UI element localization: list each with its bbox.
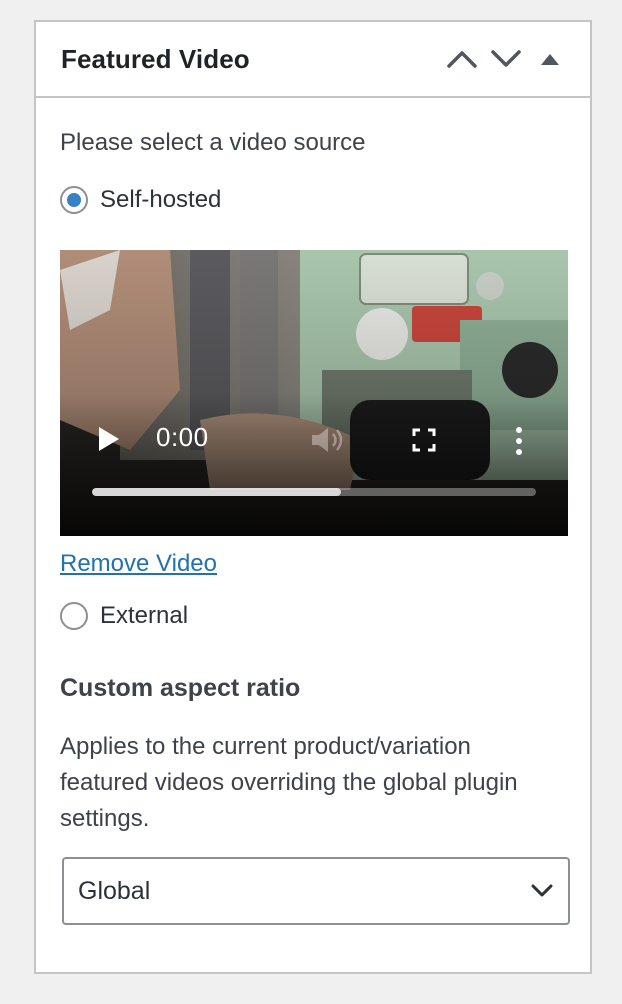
external-radio[interactable] (60, 602, 88, 630)
chevron-down-icon (531, 884, 553, 897)
move-up-button[interactable] (440, 37, 484, 81)
panel-body: Please select a video source Self-hosted (36, 98, 590, 925)
self-hosted-label: Self-hosted (100, 186, 222, 213)
aspect-ratio-heading: Custom aspect ratio (60, 674, 301, 702)
self-hosted-radio[interactable] (60, 186, 88, 214)
aspect-ratio-description: Applies to the current product/variation… (60, 733, 518, 832)
aspect-ratio-select[interactable]: Global (62, 857, 570, 925)
chevron-up-icon (447, 51, 477, 68)
source-option-external[interactable]: External (60, 602, 566, 630)
video-progress-fill (92, 488, 341, 496)
source-prompt: Please select a video source (60, 129, 366, 156)
video-time: 0:00 (156, 422, 209, 452)
featured-video-panel: Featured Video Please select a video sou… (34, 20, 592, 974)
video-player[interactable]: 0:00 (60, 250, 568, 536)
panel-title: Featured Video (61, 43, 250, 74)
aspect-ratio-select-value: Global (78, 876, 151, 905)
remove-video-link[interactable]: Remove Video (60, 550, 217, 578)
move-down-button[interactable] (484, 37, 528, 81)
source-option-self-hosted[interactable]: Self-hosted (60, 186, 566, 214)
volume-icon[interactable] (310, 426, 346, 454)
chevron-down-icon (491, 50, 521, 67)
toggle-panel-button[interactable] (528, 37, 572, 81)
panel-header: Featured Video (36, 22, 590, 98)
fullscreen-icon[interactable] (412, 428, 436, 452)
video-progress-bar[interactable] (92, 488, 536, 496)
video-controls: 0:00 (60, 410, 568, 506)
play-icon[interactable] (96, 424, 122, 454)
external-label: External (100, 602, 189, 629)
more-vertical-icon[interactable] (514, 426, 524, 456)
triangle-up-icon (541, 54, 559, 65)
